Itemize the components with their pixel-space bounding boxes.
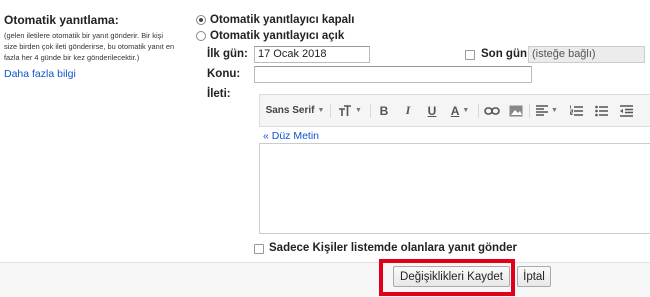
- image-icon: [509, 105, 523, 116]
- radio-on-label: Otomatik yanıtlayıcı açık: [210, 30, 345, 42]
- radio-off-label: Otomatik yanıtlayıcı kapalı: [210, 14, 355, 26]
- numbered-list-icon: [569, 105, 583, 116]
- toolbar-divider: [529, 104, 530, 118]
- last-day-input[interactable]: (isteğe bağlı): [528, 46, 645, 63]
- subject-label: Konu:: [207, 68, 241, 80]
- radio-responder-on[interactable]: Otomatik yanıtlayıcı açık: [196, 30, 344, 42]
- message-body[interactable]: [259, 143, 650, 234]
- chevron-down-icon: ▼: [551, 107, 558, 114]
- insert-link-button[interactable]: [481, 95, 503, 126]
- chevron-down-icon: ▼: [317, 107, 325, 114]
- radio-responder-off[interactable]: Otomatik yanıtlayıcı kapalı: [196, 14, 354, 26]
- last-day-checkbox[interactable]: [465, 50, 475, 60]
- chevron-down-icon: ▼: [355, 107, 362, 114]
- first-day-label: İlk gün:: [207, 48, 248, 60]
- learn-more-link[interactable]: Daha fazla bilgi: [4, 68, 76, 80]
- bulleted-list-icon: [594, 105, 608, 116]
- cancel-button[interactable]: İptal: [517, 266, 551, 287]
- formatting-toolbar: Sans Serif ▼ ▼ B I U A ▼ ▼: [259, 94, 650, 127]
- plain-text-link[interactable]: « Düz Metin: [263, 130, 319, 142]
- align-button[interactable]: ▼: [532, 95, 562, 126]
- indent-less-button[interactable]: [615, 95, 637, 126]
- first-day-input[interactable]: 17 Ocak 2018: [254, 46, 370, 63]
- align-icon: [536, 105, 549, 116]
- save-highlight-frame: [379, 259, 515, 296]
- font-family-select[interactable]: Sans Serif ▼: [264, 95, 326, 126]
- contacts-only-label: Sadece Kişiler listemde olanlara yanıt g…: [269, 242, 517, 254]
- message-label: İleti:: [207, 88, 231, 100]
- vacation-description: (gelen iletilere otomatik bir yanıt gönd…: [4, 31, 175, 62]
- numbered-list-button[interactable]: [565, 95, 587, 126]
- insert-image-button[interactable]: [505, 95, 527, 126]
- toolbar-divider: [478, 104, 479, 118]
- text-color-icon: A: [450, 103, 460, 118]
- indent-less-icon: [619, 104, 633, 117]
- footer-bar: [0, 262, 650, 297]
- chevron-down-icon: ▼: [462, 107, 470, 114]
- bold-button[interactable]: B: [374, 95, 394, 126]
- radio-on-indicator[interactable]: [196, 31, 206, 41]
- subject-input[interactable]: [254, 66, 532, 83]
- font-family-label: Sans Serif: [265, 105, 315, 116]
- toolbar-divider: [370, 104, 371, 118]
- radio-off-indicator[interactable]: [196, 15, 206, 25]
- toolbar-divider: [330, 104, 331, 118]
- bulleted-list-button[interactable]: [590, 95, 612, 126]
- text-color-button[interactable]: A ▼: [446, 95, 474, 126]
- last-day-label: Son gün:: [481, 48, 531, 60]
- font-size-icon: [339, 104, 352, 116]
- vacation-title: Otomatik yanıtlama:: [4, 13, 119, 27]
- link-icon: [484, 106, 500, 115]
- italic-button[interactable]: I: [398, 95, 418, 126]
- underline-button[interactable]: U: [422, 95, 442, 126]
- font-size-button[interactable]: ▼: [334, 95, 366, 126]
- contacts-only-checkbox[interactable]: [254, 244, 264, 254]
